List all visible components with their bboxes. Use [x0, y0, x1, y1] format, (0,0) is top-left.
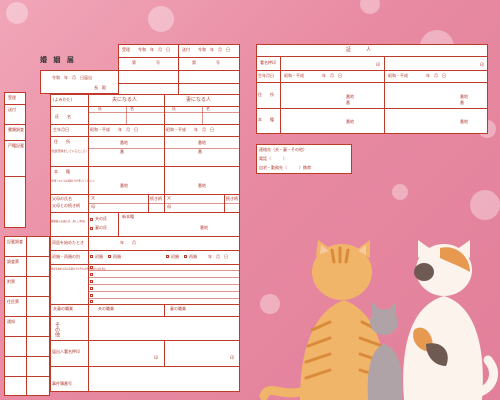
orange-cat — [259, 240, 388, 400]
calico-cat — [403, 240, 499, 400]
cats-illustration — [259, 240, 499, 400]
